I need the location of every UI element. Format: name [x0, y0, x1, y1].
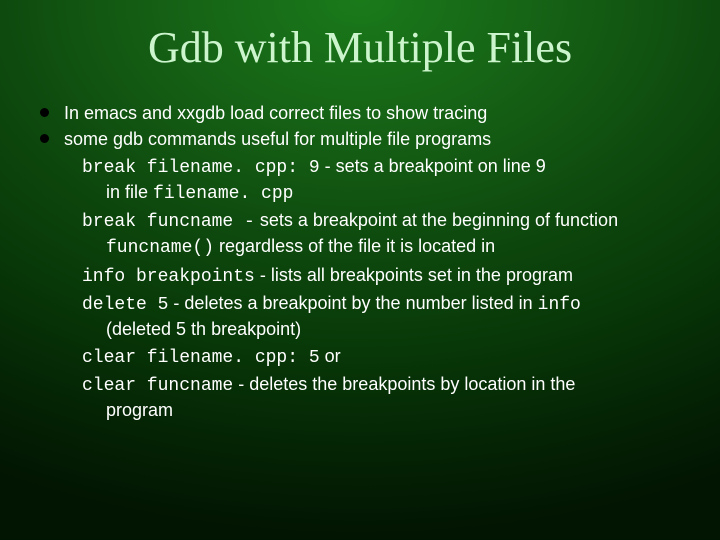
cont-break-func-b: regardless of the file it is located in — [214, 236, 495, 256]
cmd-delete: delete 5 — [82, 295, 168, 315]
bullet-2-text: some gdb commands useful for multiple fi… — [64, 129, 491, 149]
sub-break-func: break funcname - sets a breakpoint at th… — [82, 208, 690, 261]
sub-clear-func: clear funcname - deletes the breakpoints… — [82, 372, 690, 423]
cmd-break-func: break funcname - — [82, 212, 255, 232]
txt-delete: - deletes a breakpoint by the number lis… — [168, 293, 537, 313]
cont-break-file-b: filename. cpp — [153, 184, 293, 204]
cont-break-file-a: in file — [106, 182, 153, 202]
cmd-info-bp: info breakpoints — [82, 267, 255, 287]
slide-title: Gdb with Multiple Files — [30, 22, 690, 73]
cmd-delete-info: info — [538, 295, 581, 315]
sub-list: break filename. cpp: 9 - sets a breakpoi… — [64, 154, 690, 423]
cont-break-func-a: funcname() — [106, 238, 214, 258]
sub-break-file: break filename. cpp: 9 - sets a breakpoi… — [82, 154, 690, 207]
bullet-1: In emacs and xxgdb load correct files to… — [38, 101, 690, 125]
txt-clear-func: - deletes the breakpoints by location in… — [233, 374, 575, 394]
cont-break-file: in file filename. cpp — [82, 180, 690, 206]
cmd-clear-file: clear filename. cpp: 5 — [82, 348, 320, 368]
cmd-break-file: break filename. cpp: 9 — [82, 158, 320, 178]
bullet-list: In emacs and xxgdb load correct files to… — [30, 101, 690, 423]
bullet-1-text: In emacs and xxgdb load correct files to… — [64, 103, 487, 123]
cmd-clear-func: clear funcname — [82, 376, 233, 396]
bullet-2: some gdb commands useful for multiple fi… — [38, 127, 690, 422]
txt-info-bp: - lists all breakpoints set in the progr… — [255, 265, 573, 285]
cont-break-func: funcname() regardless of the file it is … — [82, 234, 690, 260]
sub-clear-file: clear filename. cpp: 5 or — [82, 344, 690, 370]
cont-delete-a: (deleted 5 th breakpoint) — [106, 319, 301, 339]
cont-clear-func-a: program — [106, 400, 173, 420]
sub-info-bp: info breakpoints - lists all breakpoints… — [82, 263, 690, 289]
txt-clear-file: or — [320, 346, 341, 366]
slide: Gdb with Multiple Files In emacs and xxg… — [0, 0, 720, 540]
cont-delete: (deleted 5 th breakpoint) — [82, 317, 690, 341]
cont-clear-func: program — [82, 398, 690, 422]
sub-delete: delete 5 - deletes a breakpoint by the n… — [82, 291, 690, 342]
txt-break-func: sets a breakpoint at the beginning of fu… — [255, 210, 618, 230]
txt-break-file: - sets a breakpoint on line 9 — [320, 156, 546, 176]
